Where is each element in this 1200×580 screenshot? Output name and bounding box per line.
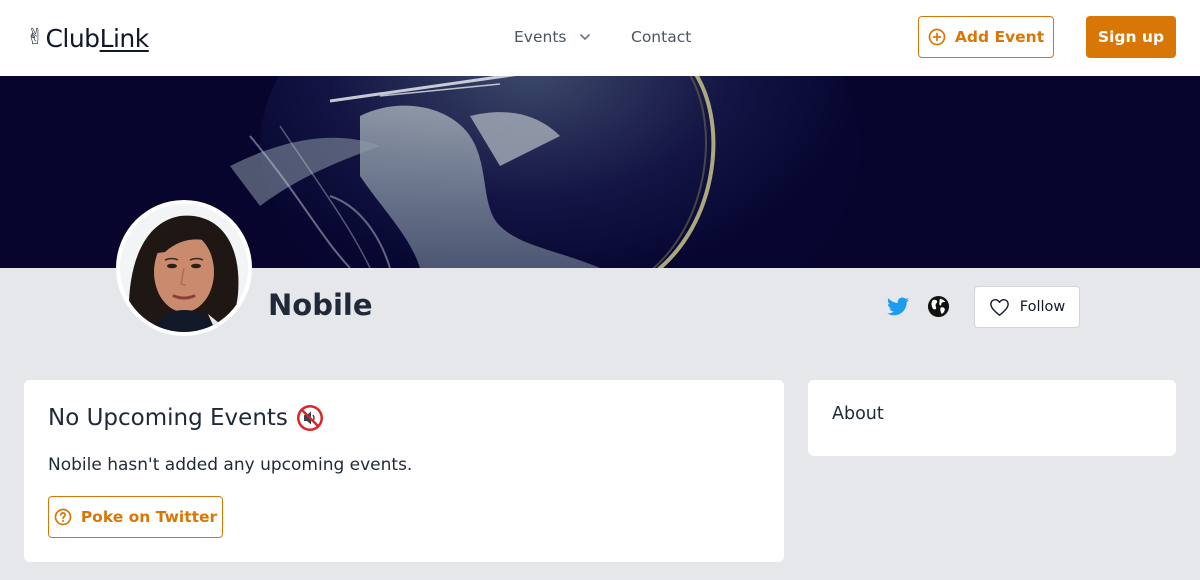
muted-speaker-icon [296,405,323,431]
plus-circle-icon [928,28,946,46]
sign-up-label: Sign up [1097,28,1165,46]
avatar-photo [120,204,248,332]
follow-button[interactable]: Follow [974,286,1080,328]
logo-text-link: Link [99,23,150,53]
globe-icon[interactable] [927,295,950,318]
top-navbar: ✌ Club Link Events Contact Add Event Sign… [0,0,1200,76]
profile-avatar [116,200,252,336]
nav-events-label: Events [514,28,567,46]
sign-up-button[interactable]: Sign up [1086,16,1176,58]
nav-contact-label: Contact [631,28,692,46]
logo-text-club: Club [45,23,100,53]
events-card-title: No Upcoming Events [48,404,324,432]
follow-label: Follow [1019,299,1066,315]
nav-contact-link[interactable]: Contact [631,26,691,48]
nav-events-dropdown[interactable]: Events [514,26,592,48]
about-title: About [832,404,884,424]
no-events-message: Nobile hasn't added any upcoming events. [48,455,413,475]
profile-name: Nobile [268,288,373,322]
add-event-button[interactable]: Add Event [918,16,1054,58]
twitter-icon[interactable] [886,295,910,319]
victory-hand-icon: ✌ [26,25,45,50]
events-title-text: No Upcoming Events [48,405,288,431]
poke-label: Poke on Twitter [80,508,218,526]
question-circle-icon [54,508,72,526]
about-card: About [808,380,1176,456]
heart-icon [989,298,1009,316]
add-event-label: Add Event [954,28,1045,46]
poke-on-twitter-button[interactable]: Poke on Twitter [48,496,223,538]
upcoming-events-card: No Upcoming Events Nobile hasn't added a… [24,380,784,562]
chevron-down-icon [580,34,591,40]
clublink-logo[interactable]: ✌ Club Link [26,22,149,54]
